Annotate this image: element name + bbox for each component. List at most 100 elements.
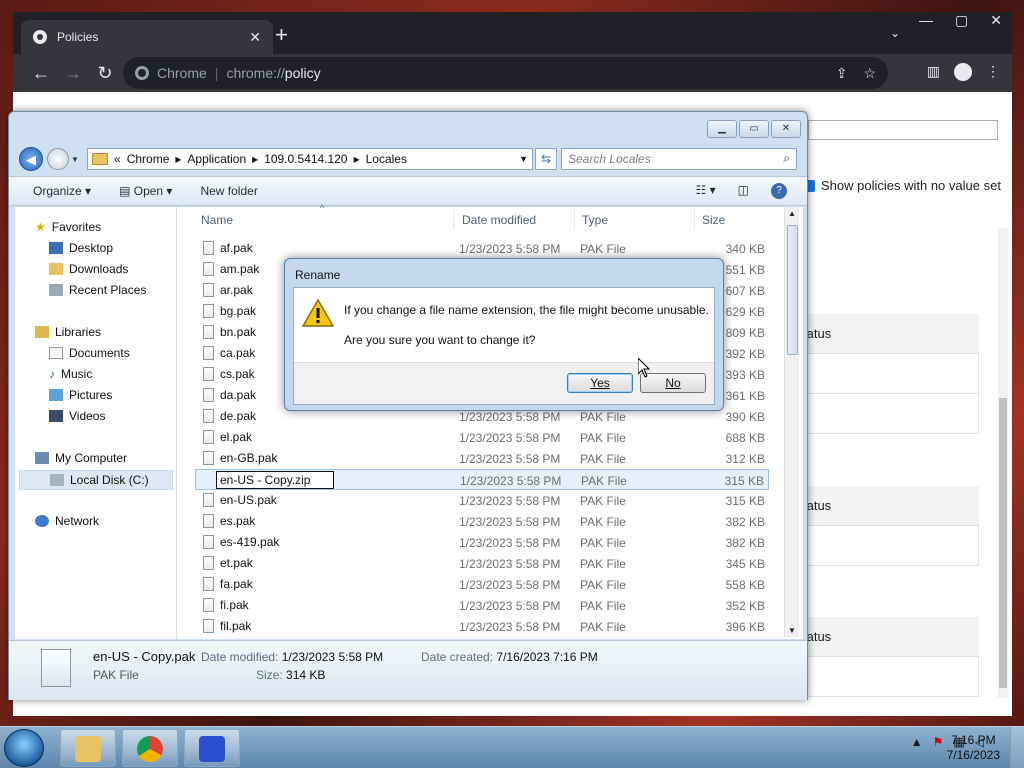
nav-label: Recent Places [69,283,147,297]
close-window-icon[interactable]: ✕ [990,12,1002,29]
minimize-icon[interactable]: — [919,12,933,29]
details-date-modified: Date modified: 1/23/2023 5:58 PM [201,650,383,664]
show-desktop-button[interactable] [1010,727,1024,768]
scroll-down-icon[interactable]: ▼ [788,626,796,635]
chevron-down-icon[interactable]: ▼ [519,154,532,164]
tab-search-chevron-icon[interactable]: ⌄ [890,26,900,40]
details-file-name: en-US - Copy.pak [93,649,196,664]
show-policies-label: Show policies with no value set [821,178,1001,193]
infinity-app-icon [199,736,225,762]
file-name-cell: ca.pak [203,346,255,360]
table-row[interactable]: fa.pak 1/23/2023 5:58 PM PAK File 558 KB [195,574,769,595]
action-center-icon[interactable]: ⚑ [933,735,944,749]
organize-button[interactable]: Organize ▾ [33,184,91,198]
table-row[interactable]: en-GB.pak 1/23/2023 5:58 PM PAK File 312 KB [195,448,769,469]
file-list-scrollbar[interactable]: ▲ ▼ [784,207,799,637]
page-scroll-thumb[interactable] [999,398,1007,688]
preview-pane-icon[interactable]: ◫ [738,183,749,199]
clock[interactable]: 7:16 PM 7/16/2023 [947,733,1000,763]
size-cell: 312 KB [725,452,765,466]
nav-my-computer[interactable]: My Computer [35,451,127,465]
open-button[interactable]: ▤ Open ▾ [119,184,172,198]
column-divider[interactable] [694,209,695,229]
show-hidden-icons-icon[interactable]: ▲ [911,735,923,749]
profile-avatar-icon[interactable] [954,63,972,81]
file-icon [203,493,214,507]
nav-desktop[interactable]: Desktop [49,241,113,255]
file-icon [203,535,214,549]
new-folder-button[interactable]: New folder [200,184,257,198]
history-dropdown-icon[interactable]: ▼ [71,155,81,164]
search-input[interactable]: Search Locales ⌕ [561,148,797,170]
rename-field[interactable]: en-US - Copy.zip [216,471,334,489]
minimize-icon[interactable]: ▁ [707,120,737,138]
new-tab-button[interactable]: + [275,24,288,46]
tab-close-icon[interactable]: ✕ [249,29,261,46]
breadcrumb-application[interactable]: Application [187,152,246,166]
nav-music[interactable]: ♪ Music [49,367,92,381]
breadcrumb-chrome[interactable]: Chrome [127,152,170,166]
table-row[interactable]: es-419.pak 1/23/2023 5:58 PM PAK File 382 K… [195,532,769,553]
table-row[interactable]: es.pak 1/23/2023 5:58 PM PAK File 382 KB [195,511,769,532]
nav-videos[interactable]: Videos [49,409,105,423]
table-row[interactable]: en-US.pak 1/23/2023 5:58 PM PAK File 315 KB [195,490,769,511]
chevron-right-icon[interactable]: ▸ [175,152,181,166]
table-row[interactable]: af.pak 1/23/2023 5:58 PM PAK File 340 KB [195,238,769,259]
menu-kebab-icon[interactable]: ⋮ [986,63,1000,81]
forward-arrow-icon[interactable]: → [57,63,89,84]
forward-arrow-icon[interactable] [47,148,69,170]
tab-policies[interactable]: Policies ✕ [21,20,273,54]
page-scrollbar[interactable] [998,228,1008,698]
chevron-right-icon[interactable]: ▸ [252,152,258,166]
column-name[interactable]: Name [201,213,233,227]
nav-network[interactable]: Network [35,514,99,528]
type-cell: PAK File [580,494,626,508]
breadcrumb[interactable]: « Chrome ▸ Application ▸ 109.0.5414.120 … [87,148,533,170]
nav-downloads[interactable]: Downloads [49,262,128,276]
breadcrumb-locales[interactable]: Locales [366,152,407,166]
column-divider[interactable] [453,209,454,229]
address-bar[interactable]: Chrome | chrome://policy ⇪ ☆ [123,57,888,89]
maximize-icon[interactable]: ▭ [739,120,769,138]
change-view-icon[interactable]: ☷ ▾ [696,183,716,199]
scroll-thumb[interactable] [787,225,798,355]
column-size[interactable]: Size [702,213,725,227]
column-divider[interactable] [574,209,575,229]
start-button[interactable] [4,729,44,767]
nav-documents[interactable]: Documents [49,346,130,360]
reload-icon[interactable]: ↻ [89,63,121,84]
yes-button[interactable]: Yes [567,373,633,393]
show-policies-checkbox-row[interactable]: Show policies with no value set [803,178,1001,193]
breadcrumb-version[interactable]: 109.0.5414.120 [264,152,347,166]
back-arrow-icon[interactable]: ← [25,63,57,84]
scroll-up-icon[interactable]: ▲ [788,209,796,218]
restore-icon[interactable]: ▢ [955,12,968,29]
taskbar-app[interactable] [184,729,240,767]
table-row[interactable]: et.pak 1/23/2023 5:58 PM PAK File 345 KB [195,553,769,574]
nav-pictures[interactable]: Pictures [49,388,112,402]
taskbar-explorer[interactable] [60,729,116,767]
nav-local-disk[interactable]: Local Disk (C:) [19,470,173,490]
back-arrow-icon[interactable]: ◀ [19,147,43,171]
refresh-icon[interactable]: ⇆ [535,148,557,170]
chevron-right-icon[interactable]: ▸ [354,152,360,166]
table-row[interactable]: fi.pak 1/23/2023 5:58 PM PAK File 352 KB [195,595,769,616]
table-row[interactable]: en-US - Copy.zip 1/23/2023 5:58 PM PAK Fil… [195,469,769,490]
policy-filter-input[interactable] [808,120,998,140]
share-icon[interactable]: ⇪ [836,65,848,82]
close-icon[interactable]: ✕ [771,120,801,138]
nav-recent-places[interactable]: Recent Places [49,283,146,297]
file-icon [203,325,214,339]
column-date-modified[interactable]: Date modified [462,213,536,227]
bookmark-star-icon[interactable]: ☆ [863,65,876,82]
taskbar-chrome[interactable] [122,729,178,767]
column-type[interactable]: Type [582,213,608,227]
help-icon[interactable]: ? [771,183,787,199]
side-panel-icon[interactable]: ▥ [927,63,940,81]
table-row[interactable]: el.pak 1/23/2023 5:58 PM PAK File 688 KB [195,427,769,448]
nav-libraries[interactable]: Libraries [35,325,101,339]
breadcrumb-overflow[interactable]: « [114,152,121,166]
search-icon[interactable]: ⌕ [783,151,790,166]
nav-favorites[interactable]: ★ Favorites [35,220,101,234]
table-row[interactable]: fil.pak 1/23/2023 5:58 PM PAK File 396 KB [195,616,769,637]
